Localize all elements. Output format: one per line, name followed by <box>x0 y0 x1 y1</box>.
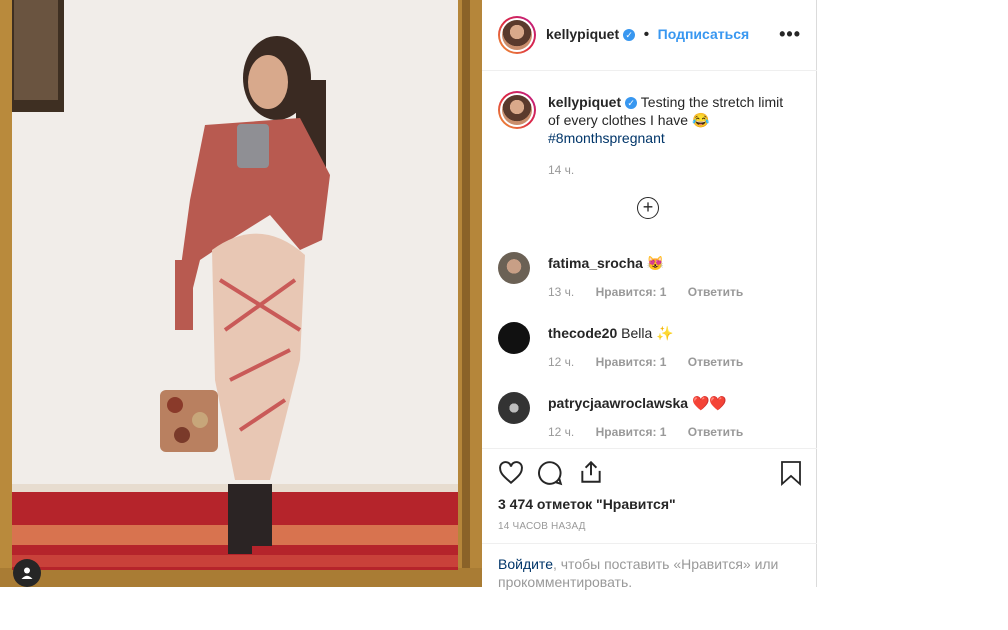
commenter-avatar[interactable] <box>498 252 530 284</box>
verified-badge-icon: ✓ <box>623 29 636 41</box>
user-silhouette-icon <box>21 567 33 579</box>
caption-author-avatar[interactable] <box>498 91 536 129</box>
author-avatar[interactable] <box>498 16 536 54</box>
post-timestamp: 14 ЧАСОВ НАЗАД <box>498 521 586 532</box>
caption-hashtag[interactable]: #8monthspregnant <box>548 130 665 146</box>
comment-text: ❤️❤️ <box>691 395 727 411</box>
comment-likes[interactable]: Нравится: 1 <box>596 355 667 369</box>
plus-circle-icon[interactable]: + <box>637 197 659 219</box>
heart-icon[interactable] <box>498 460 524 486</box>
commenter-avatar[interactable] <box>498 322 530 354</box>
commenter-avatar[interactable] <box>498 392 530 424</box>
post-image <box>0 0 482 587</box>
comment-meta: 12 ч. Нравится: 1 Ответить <box>548 355 761 369</box>
comment-text: 😻 <box>646 255 665 271</box>
comment-item: thecode20 Bella ✨ 12 ч. Нравится: 1 Отве… <box>498 322 808 372</box>
reply-button[interactable]: Ответить <box>688 355 743 369</box>
login-link[interactable]: Войдите <box>498 556 553 572</box>
commenter-username[interactable]: thecode20 <box>548 325 617 341</box>
login-divider <box>482 543 817 544</box>
likes-count[interactable]: 3 474 отметок "Нравится" <box>498 496 676 512</box>
comment-icon[interactable] <box>537 460 563 486</box>
comment-item: fatima_srocha 😻 13 ч. Нравится: 1 Ответи… <box>498 252 808 302</box>
comment-item: patrycjaawroclawska ❤️❤️ 12 ч. Нравится:… <box>498 392 808 442</box>
comment-body: thecode20 Bella ✨ <box>548 325 674 342</box>
comment-likes[interactable]: Нравится: 1 <box>596 285 667 299</box>
bookmark-icon[interactable] <box>779 460 803 486</box>
comment-time: 12 ч. <box>548 355 575 369</box>
reply-button[interactable]: Ответить <box>688 425 743 439</box>
caption-username[interactable]: kellypiquet <box>548 94 621 110</box>
post-side-panel: kellypiquet ✓ • Подписаться ••• kellypiqu… <box>482 0 817 590</box>
comment-time: 13 ч. <box>548 285 575 299</box>
login-prompt: Войдите, чтобы поставить «Нравится» или … <box>498 555 798 591</box>
caption-time: 14 ч. <box>548 163 575 177</box>
comment-body: patrycjaawroclawska ❤️❤️ <box>548 395 727 412</box>
comment-meta: 13 ч. Нравится: 1 Ответить <box>548 285 761 299</box>
comment-text: Bella ✨ <box>621 325 674 341</box>
caption-verified-badge-icon: ✓ <box>625 97 638 109</box>
follow-button[interactable]: Подписаться <box>658 26 750 42</box>
author-username[interactable]: kellypiquet <box>546 26 619 42</box>
comment-time: 12 ч. <box>548 425 575 439</box>
share-icon[interactable] <box>578 459 604 485</box>
comment-body: fatima_srocha 😻 <box>548 255 664 272</box>
actions-divider <box>482 448 817 449</box>
separator-dot: • <box>643 26 650 43</box>
comment-likes[interactable]: Нравится: 1 <box>596 425 667 439</box>
post-caption: kellypiquet ✓ Testing the stretch limit o… <box>548 93 798 179</box>
commenter-username[interactable]: patrycjaawroclawska <box>548 395 688 411</box>
reply-button[interactable]: Ответить <box>688 285 743 299</box>
commenter-username[interactable]: fatima_srocha <box>548 255 643 271</box>
more-options-icon[interactable]: ••• <box>779 24 801 45</box>
post-photo[interactable] <box>0 0 482 587</box>
comment-meta: 12 ч. Нравится: 1 Ответить <box>548 425 761 439</box>
user-tag-icon[interactable] <box>13 559 41 587</box>
post-header: kellypiquet ✓ • Подписаться ••• <box>482 0 817 71</box>
